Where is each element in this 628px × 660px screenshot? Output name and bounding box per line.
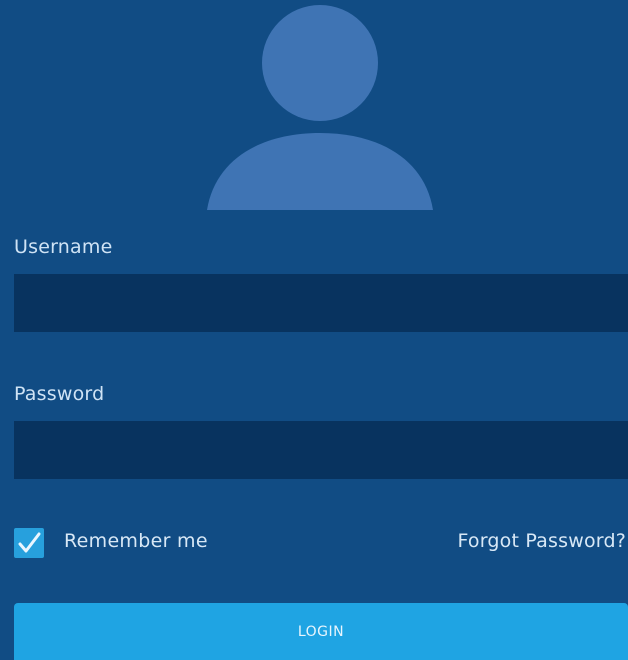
password-input[interactable] — [14, 421, 628, 479]
avatar-body — [207, 133, 433, 210]
login-page: Username Password Remember me Forgot Pas… — [0, 0, 628, 660]
user-avatar-icon — [207, 5, 433, 210]
username-input[interactable] — [14, 274, 628, 332]
forgot-password-link[interactable]: Forgot Password? — [457, 530, 626, 552]
password-label: Password — [14, 383, 105, 405]
remember-me-label[interactable]: Remember me — [64, 530, 208, 552]
username-label: Username — [14, 236, 113, 258]
login-button[interactable]: LOGIN — [14, 603, 628, 660]
checkmark-icon — [18, 532, 41, 553]
remember-me-checkbox[interactable] — [14, 528, 44, 558]
avatar-head — [262, 5, 378, 121]
